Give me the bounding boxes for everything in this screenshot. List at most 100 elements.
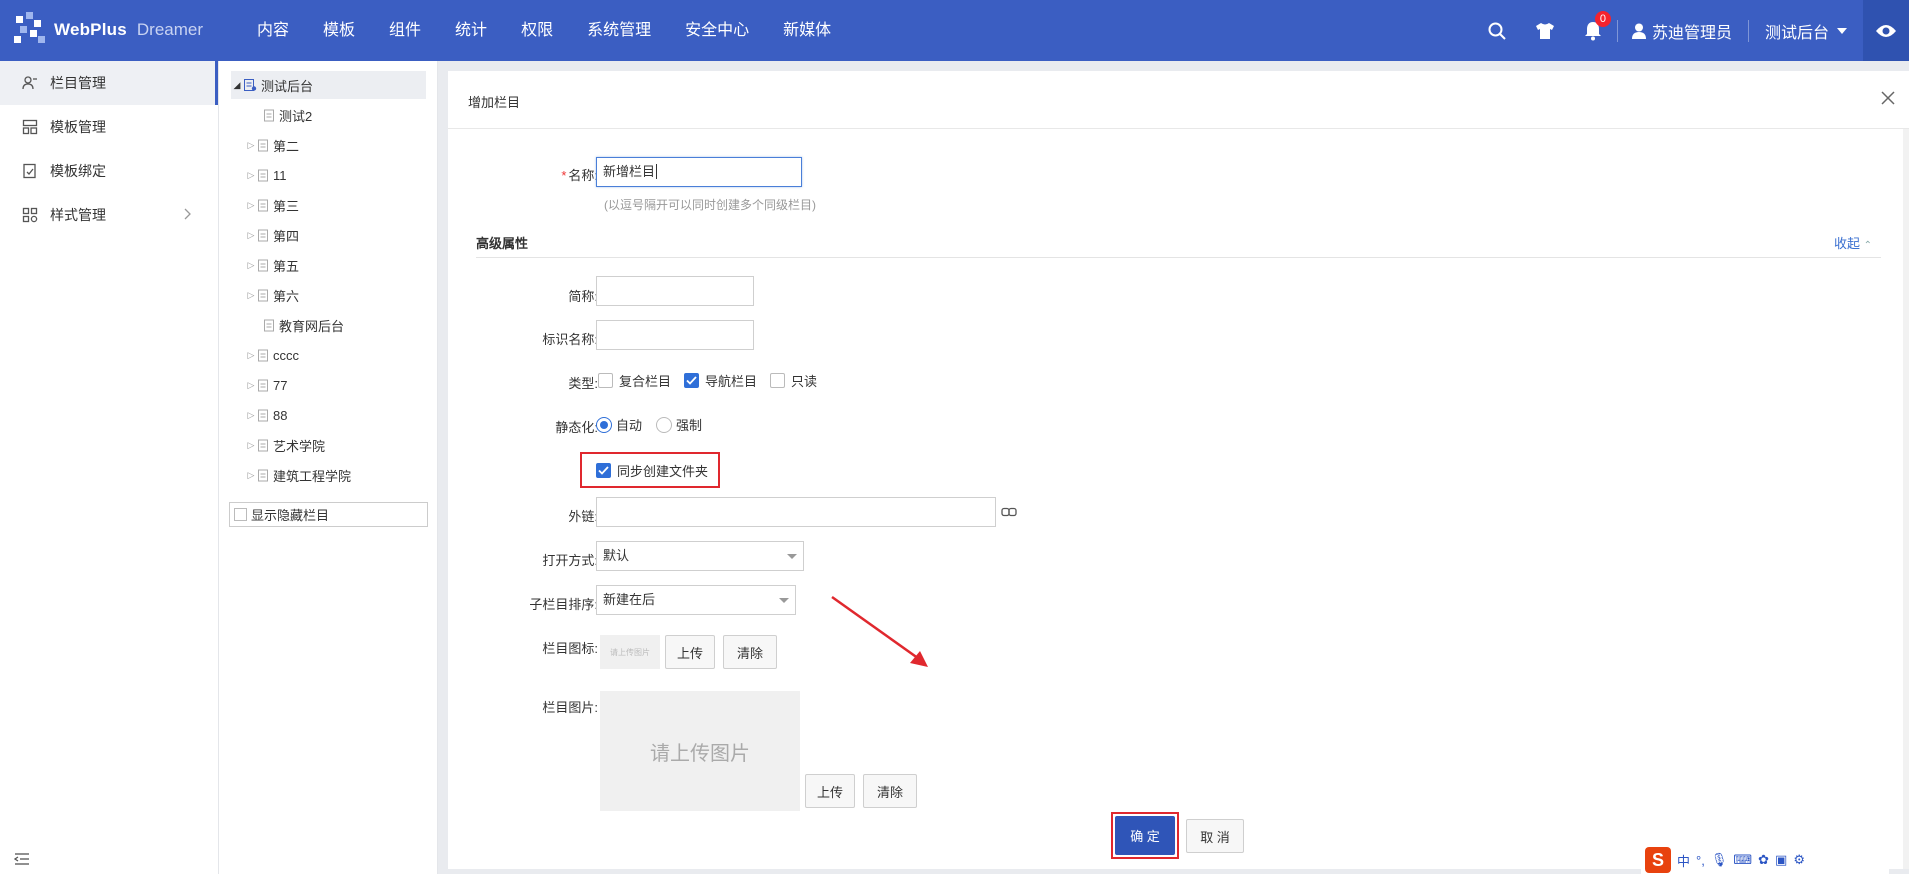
tree-collapsed-icon[interactable]: ▷ (245, 470, 257, 481)
tree-node[interactable]: ▷ 第五 (245, 251, 299, 279)
template-manage-icon (22, 119, 38, 135)
short-name-input[interactable] (596, 276, 754, 306)
link-icon[interactable] (1001, 507, 1017, 517)
ime-punct[interactable]: °, (1696, 853, 1705, 868)
user-menu[interactable]: 苏迪管理员 (1618, 0, 1748, 61)
sidebar-item-label: 模板绑定 (50, 163, 106, 179)
skin-shirt-icon[interactable] (1521, 0, 1569, 61)
topnav-content[interactable]: 内容 (240, 0, 306, 61)
dialog-header: 增加栏目 (448, 71, 1909, 129)
open-mode-select[interactable]: 默认 (596, 541, 804, 571)
tree-node[interactable]: ▷ 11 (245, 161, 287, 189)
sidebar-item-label: 栏目管理 (50, 75, 106, 91)
sidebar-item-column-manage[interactable]: 栏目管理 (0, 61, 218, 105)
tree-collapsed-icon[interactable]: ▷ (245, 140, 257, 151)
tree-node[interactable]: 测试2 (263, 101, 312, 129)
checkbox-box[interactable] (234, 508, 247, 521)
logo[interactable]: WebPlus Dreamer (12, 12, 203, 48)
ime-mic-icon[interactable]: 🎙 (1711, 852, 1728, 868)
preview-eye-icon[interactable] (1863, 0, 1909, 61)
checkbox-box[interactable] (598, 373, 613, 388)
dialog-title: 增加栏目 (468, 95, 521, 110)
cancel-button[interactable]: 取 消 (1186, 819, 1244, 853)
notification-bell-icon[interactable]: 0 (1569, 0, 1617, 61)
tree-node[interactable]: ▷ 77 (245, 371, 288, 399)
topnav-component[interactable]: 组件 (372, 0, 438, 61)
static-label: 静态化: (555, 420, 598, 435)
sync-folder-checkbox[interactable]: 同步创建文件夹 (596, 461, 708, 480)
close-icon[interactable] (1881, 91, 1895, 105)
tree-collapsed-icon[interactable]: ▷ (245, 260, 257, 271)
sidebar-item-template-bind[interactable]: 模板绑定 (0, 149, 218, 193)
child-sort-label: 子栏目排序: (529, 597, 598, 612)
radio-dot[interactable] (656, 416, 672, 433)
sidebar-item-style-manage[interactable]: 样式管理 (0, 193, 218, 237)
icon-upload-button[interactable]: 上传 (665, 635, 715, 669)
tree-node[interactable]: ▷ cccc (245, 341, 299, 369)
icon-clear-button[interactable]: 清除 (723, 635, 777, 669)
static-auto-radio[interactable]: 自动 (596, 415, 642, 434)
confirm-button[interactable]: 确 定 (1115, 816, 1175, 855)
identifier-input[interactable] (596, 320, 754, 350)
checkbox-box[interactable] (770, 373, 785, 388)
tree-node[interactable]: ▷ 第二 (245, 131, 299, 159)
tree-node[interactable]: 教育网后台 (263, 311, 344, 339)
type-composite-checkbox[interactable]: 复合栏目 (598, 371, 671, 390)
show-hidden-columns-checkbox[interactable]: 显示隐藏栏目 (229, 502, 428, 527)
search-icon[interactable] (1473, 0, 1521, 61)
tree-collapsed-icon[interactable]: ▷ (245, 170, 257, 181)
ime-lang[interactable]: 中 (1677, 851, 1690, 870)
site-name: 测试后台 (1764, 24, 1829, 42)
name-input[interactable]: 新增栏目 (596, 157, 802, 187)
sogou-ime-icon[interactable]: S (1645, 847, 1671, 873)
sidebar-item-template-manage[interactable]: 模板管理 (0, 105, 218, 149)
topnav-template[interactable]: 模板 (306, 0, 372, 61)
ime-toolbar[interactable]: S 中 °, 🎙 ⌨ ✿ ▣ ⚙ (1641, 846, 1889, 874)
site-switcher[interactable]: 测试后台 (1749, 0, 1863, 61)
tree-collapsed-icon[interactable]: ▷ (245, 290, 257, 301)
chevron-down-icon (787, 554, 797, 559)
ime-skin-icon[interactable]: ✿ (1758, 852, 1769, 868)
dialog-scrollbar[interactable] (1903, 129, 1909, 869)
type-readonly-checkbox[interactable]: 只读 (770, 371, 817, 390)
ime-toolbox-icon[interactable]: ▣ (1775, 852, 1787, 868)
section-divider (476, 257, 1881, 258)
radio-dot[interactable] (596, 416, 612, 433)
tree-collapsed-icon[interactable]: ▷ (245, 230, 257, 241)
chevron-right-icon (184, 208, 191, 220)
tree-root[interactable]: ◢ 测试后台 (231, 71, 426, 99)
type-nav-checkbox[interactable]: 导航栏目 (684, 371, 757, 390)
template-bind-icon (23, 163, 36, 179)
tree-collapsed-icon[interactable]: ▷ (245, 350, 257, 361)
topnav-security[interactable]: 安全中心 (668, 0, 766, 61)
tree-node[interactable]: ▷ 88 (245, 401, 288, 429)
static-force-radio[interactable]: 强制 (656, 415, 702, 434)
child-sort-select[interactable]: 新建在后 (596, 585, 796, 615)
link-input[interactable] (596, 497, 996, 527)
page-icon (258, 259, 268, 271)
ime-keyboard-icon[interactable]: ⌨ (1733, 852, 1752, 868)
topnav-new-media[interactable]: 新媒体 (766, 0, 848, 61)
topnav-statistics[interactable]: 统计 (438, 0, 504, 61)
image-upload-button[interactable]: 上传 (805, 774, 855, 808)
tree-node[interactable]: ▷ 第三 (245, 191, 299, 219)
image-clear-button[interactable]: 清除 (863, 774, 917, 808)
tree-collapsed-icon[interactable]: ▷ (245, 410, 257, 421)
tree-collapsed-icon[interactable]: ▷ (245, 440, 257, 451)
tree-node[interactable]: ▷ 第六 (245, 281, 299, 309)
tree-collapsed-icon[interactable]: ▷ (245, 380, 257, 391)
tree-node-label: 建筑工程学院 (273, 468, 352, 484)
topnav-system[interactable]: 系统管理 (570, 0, 668, 61)
collapse-advanced-link[interactable]: 收起 ⌃ (1834, 233, 1872, 252)
tree-collapsed-icon[interactable]: ▷ (245, 200, 257, 211)
collapse-menu-icon[interactable] (14, 852, 30, 866)
topnav-permission[interactable]: 权限 (504, 0, 570, 61)
tree-node[interactable]: ▷ 第四 (245, 221, 299, 249)
tree-node[interactable]: ▷ 建筑工程学院 (245, 461, 351, 489)
column-manage-icon (22, 76, 37, 90)
ime-settings-icon[interactable]: ⚙ (1793, 852, 1805, 868)
checkbox-checked[interactable] (596, 463, 611, 478)
checkbox-checked[interactable] (684, 373, 699, 388)
column-tree-panel: ◢ 测试后台 测试2 ▷ 第二 ▷ 11 ▷ 第三 ▷ 第四 ▷ 第五 ▷ 第六… (219, 61, 438, 874)
tree-node[interactable]: ▷ 艺术学院 (245, 431, 325, 459)
